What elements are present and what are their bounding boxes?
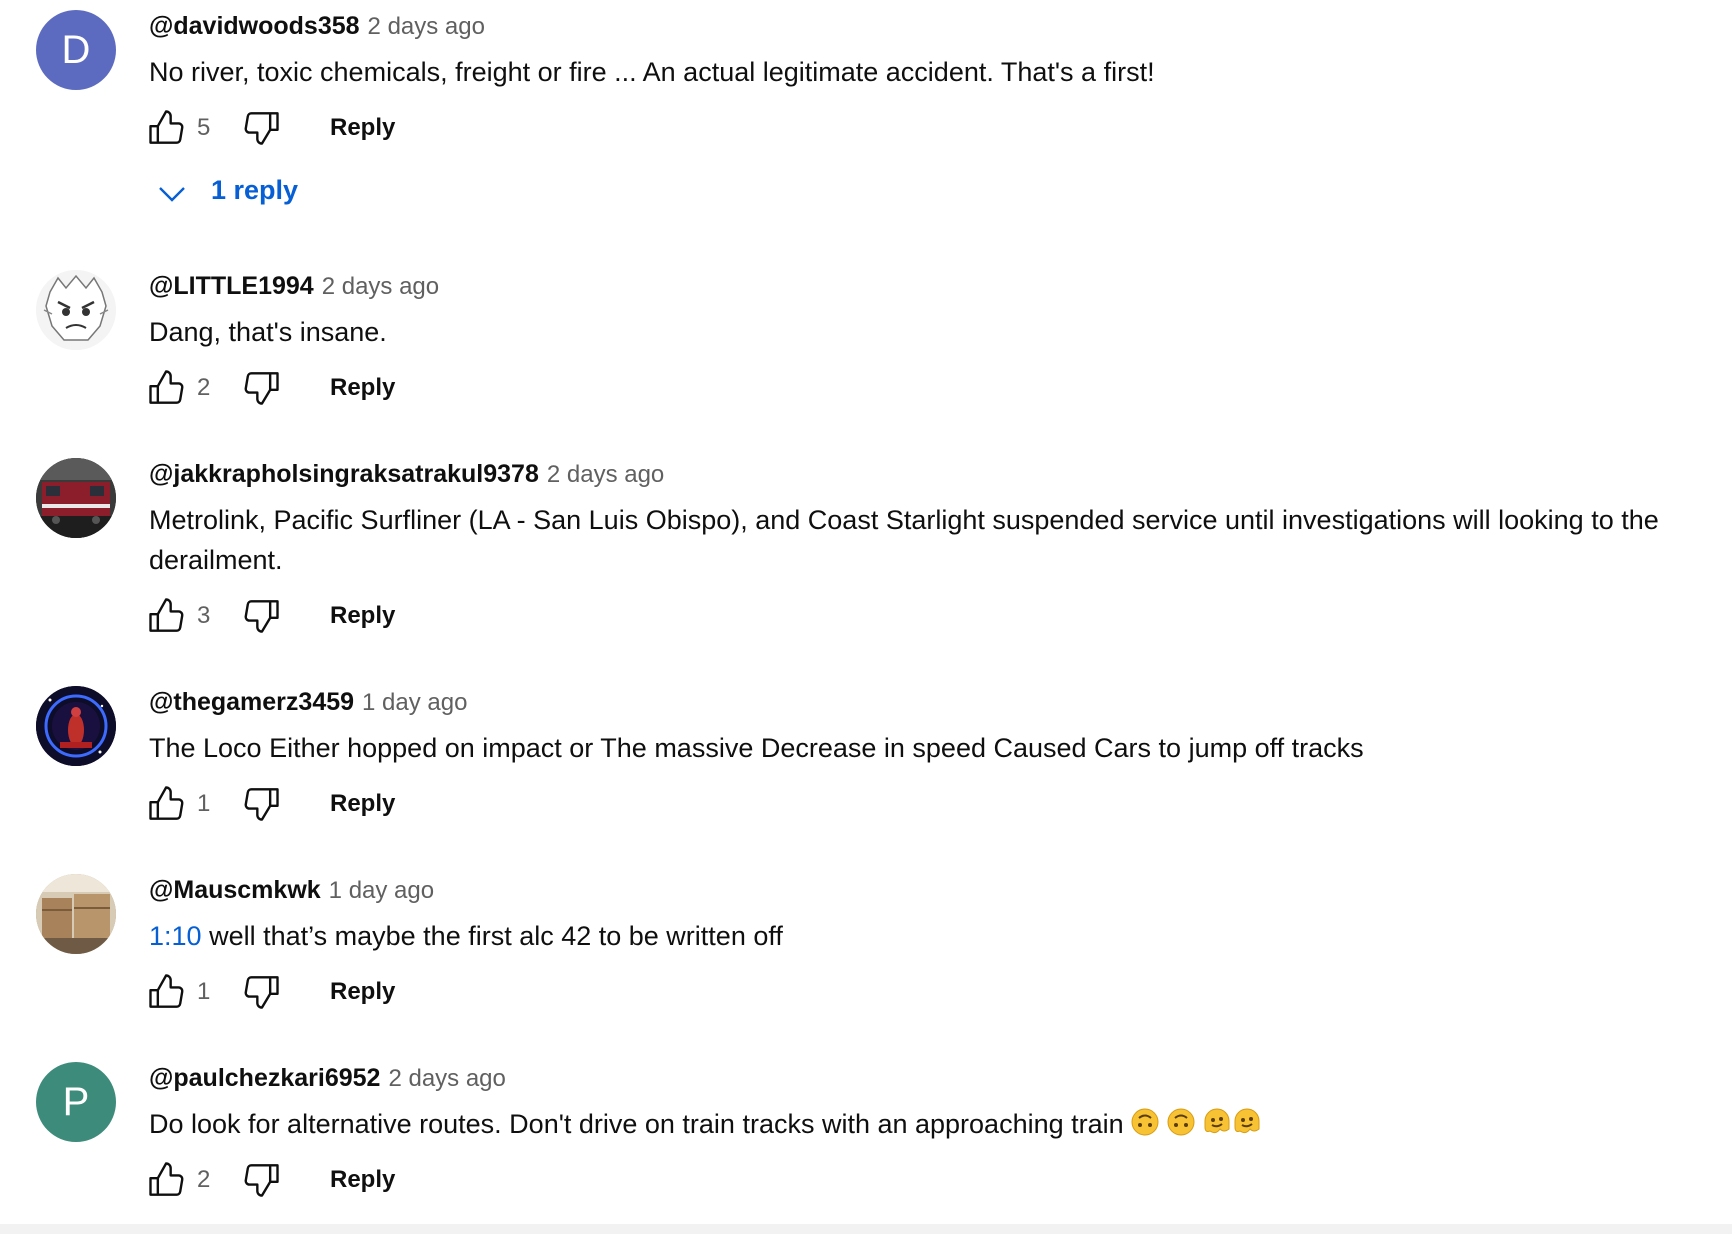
thumbs-up-icon: [149, 974, 184, 1008]
comment-header: @thegamerz3459 1 day ago: [149, 686, 467, 718]
comment-text-body: Do look for alternative routes. Don't dr…: [149, 1109, 1124, 1139]
cartoon-face-avatar-image: [36, 270, 116, 350]
comment-text: 1:10 well that’s maybe the first alc 42 …: [149, 916, 1679, 956]
comment-text: Do look for alternative routes. Don't dr…: [149, 1104, 1679, 1148]
comment-time[interactable]: 2 days ago: [388, 1065, 505, 1092]
like-count: 1: [197, 790, 211, 817]
comments-section: D @davidwoods358 2 days ago No river, tox…: [0, 0, 1732, 1234]
thumbs-up-icon: [149, 786, 184, 820]
thumbs-up-icon: [149, 598, 184, 632]
comment-text: The Loco Either hopped on impact or The …: [149, 733, 1364, 763]
like-button[interactable]: [145, 970, 189, 1014]
chevron-down-icon: [155, 177, 189, 207]
dislike-button[interactable]: [239, 970, 283, 1014]
avatar[interactable]: [36, 874, 116, 954]
comment-author[interactable]: @jakkrapholsingraksatrakul9378: [149, 460, 539, 488]
cardboard-boxes-avatar-image: [36, 874, 116, 954]
comment-author[interactable]: @Mauscmkwk: [149, 876, 321, 904]
like-button[interactable]: [145, 106, 189, 150]
reply-button[interactable]: Reply: [330, 594, 395, 638]
thumbs-down-icon: [244, 976, 279, 1009]
upside-down-face-emoji: [1130, 1107, 1160, 1148]
comment-text: Metrolink, Pacific Surfliner (LA - San L…: [149, 505, 1659, 575]
avatar[interactable]: P: [36, 1062, 116, 1142]
reply-button[interactable]: Reply: [330, 782, 395, 826]
upside-down-face-emoji: [1166, 1107, 1196, 1148]
like-button[interactable]: [145, 594, 189, 638]
replies-count-label: 1 reply: [211, 175, 299, 205]
comment-text-body: well that’s maybe the first alc 42 to be…: [209, 921, 783, 951]
avatar[interactable]: [36, 270, 116, 350]
comment-time[interactable]: 2 days ago: [322, 273, 439, 300]
comment-time[interactable]: 1 day ago: [329, 877, 434, 904]
thumbs-down-icon: [244, 788, 279, 821]
like-count: 1: [197, 978, 211, 1005]
avatar[interactable]: [36, 686, 116, 766]
comment-time[interactable]: 1 day ago: [362, 689, 467, 716]
comment-time[interactable]: 2 days ago: [368, 13, 485, 40]
like-count: 3: [197, 602, 211, 629]
comment-header: @Mauscmkwk 1 day ago: [149, 874, 434, 906]
locomotive-avatar-image: [36, 458, 116, 538]
melting-face-emoji: [1202, 1107, 1232, 1148]
like-count: 5: [197, 114, 211, 141]
like-button[interactable]: [145, 1158, 189, 1202]
comment-author[interactable]: @thegamerz3459: [149, 688, 354, 716]
view-replies-button[interactable]: 1 reply: [155, 168, 298, 212]
comment-author[interactable]: @davidwoods358: [149, 12, 360, 40]
comment-text: Dang, that's insane.: [149, 317, 387, 347]
avatar[interactable]: D: [36, 10, 116, 90]
page-bottom-edge: [0, 1224, 1732, 1234]
thumbs-up-icon: [149, 1162, 184, 1196]
avatar[interactable]: [36, 458, 116, 538]
thumbs-down-icon: [244, 600, 279, 633]
dislike-button[interactable]: [239, 782, 283, 826]
melting-face-emoji: [1232, 1107, 1262, 1148]
video-timestamp-link[interactable]: 1:10: [149, 921, 202, 951]
comment-author[interactable]: @paulchezkari6952: [149, 1064, 380, 1092]
comment-text: No river, toxic chemicals, freight or fi…: [149, 57, 1155, 87]
dislike-button[interactable]: [239, 594, 283, 638]
like-button[interactable]: [145, 366, 189, 410]
dislike-button[interactable]: [239, 106, 283, 150]
thumbs-up-icon: [149, 110, 184, 144]
comment-header: @davidwoods358 2 days ago: [149, 10, 485, 42]
thumbs-down-icon: [244, 112, 279, 145]
avatar-letter: D: [61, 28, 91, 72]
reply-button[interactable]: Reply: [330, 366, 395, 410]
dislike-button[interactable]: [239, 366, 283, 410]
galaxy-figure-avatar-image: [36, 686, 116, 766]
comment-header: @jakkrapholsingraksatrakul9378 2 days ago: [149, 458, 664, 490]
like-button[interactable]: [145, 782, 189, 826]
reply-button[interactable]: Reply: [330, 970, 395, 1014]
comment-header: @paulchezkari6952 2 days ago: [149, 1062, 506, 1094]
dislike-button[interactable]: [239, 1158, 283, 1202]
like-count: 2: [197, 1166, 211, 1193]
thumbs-up-icon: [149, 370, 184, 404]
thumbs-down-icon: [244, 1164, 279, 1197]
comment-time[interactable]: 2 days ago: [547, 461, 664, 488]
comment-author[interactable]: @LITTLE1994: [149, 272, 314, 300]
reply-button[interactable]: Reply: [330, 106, 395, 150]
like-count: 2: [197, 374, 211, 401]
reply-button[interactable]: Reply: [330, 1158, 395, 1202]
comment-header: @LITTLE1994 2 days ago: [149, 270, 439, 302]
thumbs-down-icon: [244, 372, 279, 405]
avatar-letter: P: [62, 1080, 90, 1124]
